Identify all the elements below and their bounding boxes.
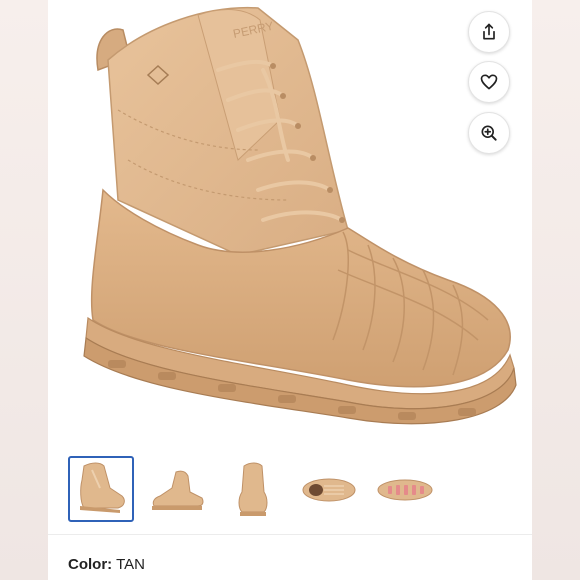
thumbnail-top[interactable] — [296, 456, 362, 522]
favorite-button[interactable] — [468, 61, 510, 103]
boot-thumbnail-image — [238, 462, 268, 516]
right-backdrop — [532, 0, 580, 580]
boot-thumbnail-image — [377, 479, 433, 501]
left-backdrop — [0, 0, 48, 580]
share-button[interactable] — [468, 11, 510, 53]
thumbnail-three-quarter[interactable] — [68, 456, 134, 522]
zoom-in-icon — [481, 125, 497, 141]
boot-thumbnail-image — [302, 478, 356, 502]
boot-illustration: PERRY — [83, 6, 517, 425]
color-label: Color: — [68, 556, 113, 573]
thumbnail-side[interactable] — [144, 456, 210, 522]
thumbnail-sole[interactable] — [372, 456, 438, 522]
thumbnail-strip — [48, 452, 532, 528]
color-selection: Color: TAN — [68, 556, 145, 573]
product-main-image[interactable]: PERRY — [48, 0, 532, 440]
heart-icon — [480, 74, 498, 90]
divider — [48, 534, 532, 535]
boot-thumbnail-image — [80, 462, 125, 513]
zoom-button[interactable] — [468, 112, 510, 154]
thumbnail-front[interactable] — [220, 456, 286, 522]
product-card: PERRY Color: TAN — [48, 0, 532, 580]
boot-thumbnail-image — [152, 470, 204, 510]
color-value: TAN — [116, 556, 145, 573]
share-icon — [483, 23, 495, 40]
